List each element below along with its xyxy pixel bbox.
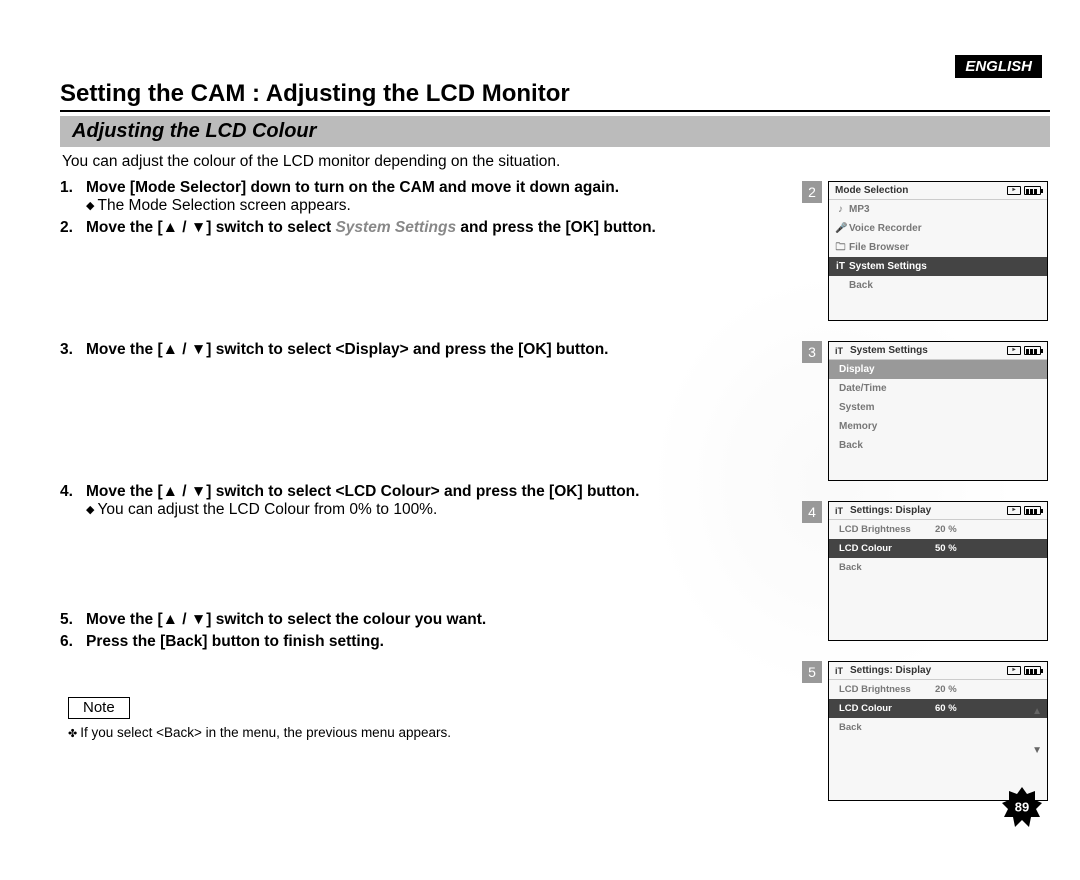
screen-2-title: Mode Selection	[835, 185, 908, 196]
screen-2-num: 2	[802, 181, 822, 203]
step-4: 4. Move the [▲ / ▼] switch to select <LC…	[60, 483, 784, 519]
card-icon: ▸	[1007, 506, 1021, 515]
battery-icon	[1024, 346, 1041, 355]
menu-item: System	[829, 398, 1047, 417]
setting-row: LCD Brightness20 %	[829, 680, 1047, 699]
menu-item: Memory	[829, 417, 1047, 436]
step-3: 3. Move the [▲ / ▼] switch to select <Di…	[60, 341, 784, 359]
setting-row-back: Back	[829, 718, 1047, 737]
settings-icon: iT	[835, 666, 846, 676]
setting-row-selected: LCD Colour50 %	[829, 539, 1047, 558]
screen-3: 3 iTSystem Settings ▸ Display Date/Time …	[802, 341, 1050, 481]
battery-icon	[1024, 506, 1041, 515]
step-1: 1. Move [Mode Selector] down to turn on …	[60, 179, 784, 215]
screen-3-num: 3	[802, 341, 822, 363]
setting-row-back: Back	[829, 558, 1047, 577]
menu-item-back: Back	[829, 276, 1047, 295]
folder-icon: 🗀	[835, 240, 846, 255]
note-label: Note	[68, 697, 130, 719]
menu-item: 🎤Voice Recorder	[829, 219, 1047, 238]
note-text: If you select <Back> in the menu, the pr…	[80, 725, 784, 740]
screen-5-num: 5	[802, 661, 822, 683]
card-icon: ▸	[1007, 186, 1021, 195]
menu-item: 🗀File Browser	[829, 238, 1047, 257]
page-number-badge: 89	[1002, 787, 1042, 827]
screen-4: 4 iT Settings: Display ▸ LCD Brightness20…	[802, 501, 1050, 641]
step-5-text: Move the [▲ / ▼] switch to select the co…	[86, 611, 784, 629]
intro-text: You can adjust the colour of the LCD mon…	[62, 153, 1048, 171]
music-icon: ♪	[835, 202, 846, 217]
step-6: 6. Press the [Back] button to finish set…	[60, 633, 784, 651]
page-title: Setting the CAM : Adjusting the LCD Moni…	[60, 80, 1050, 112]
screen-2: 2 Mode Selection ▸ ♪MP3 🎤Voice Recorder …	[802, 181, 1050, 321]
screen-4-num: 4	[802, 501, 822, 523]
screen-4-title: Settings: Display	[850, 505, 931, 516]
battery-icon	[1024, 666, 1041, 675]
menu-item-back: Back	[829, 436, 1047, 455]
mic-icon: 🎤	[835, 221, 846, 236]
screen-5: 5 iT Settings: Display ▸ LCD Brightness20…	[802, 661, 1050, 801]
up-down-arrows-icon: ▲▼	[1032, 706, 1042, 756]
step-2-text: Move the [▲ / ▼] switch to select System…	[86, 219, 784, 237]
step-2: 2. Move the [▲ / ▼] switch to select Sys…	[60, 219, 784, 237]
language-badge: ENGLISH	[955, 55, 1042, 78]
step-4-text: Move the [▲ / ▼] switch to select <LCD C…	[86, 483, 784, 501]
setting-row: LCD Brightness20 %	[829, 520, 1047, 539]
settings-icon: iT	[835, 346, 846, 356]
section-heading: Adjusting the LCD Colour	[60, 116, 1050, 147]
step-1-sub: The Mode Selection screen appears.	[86, 197, 784, 215]
step-5: 5. Move the [▲ / ▼] switch to select the…	[60, 611, 784, 629]
screen-5-title: Settings: Display	[850, 665, 931, 676]
setting-row-selected: LCD Colour60 %	[829, 699, 1047, 718]
menu-item: Date/Time	[829, 379, 1047, 398]
menu-item-selected: Display	[829, 360, 1047, 379]
card-icon: ▸	[1007, 666, 1021, 675]
steps-column: 1. Move [Mode Selector] down to turn on …	[60, 179, 784, 821]
settings-icon: iT	[835, 259, 846, 274]
manual-page: ENGLISH Setting the CAM : Adjusting the …	[0, 0, 1080, 841]
settings-icon: iT	[835, 506, 846, 516]
menu-item: ♪MP3	[829, 200, 1047, 219]
step-4-sub: You can adjust the LCD Colour from 0% to…	[86, 501, 784, 519]
battery-icon	[1024, 186, 1041, 195]
screen-3-title: System Settings	[850, 345, 928, 356]
card-icon: ▸	[1007, 346, 1021, 355]
menu-item-selected: iTSystem Settings	[829, 257, 1047, 276]
step-1-text: Move [Mode Selector] down to turn on the…	[86, 179, 784, 197]
step-3-text: Move the [▲ / ▼] switch to select <Displ…	[86, 341, 784, 359]
status-icons: ▸	[1007, 186, 1041, 195]
screens-column: 2 Mode Selection ▸ ♪MP3 🎤Voice Recorder …	[802, 179, 1050, 821]
step-6-text: Press the [Back] button to finish settin…	[86, 633, 784, 651]
